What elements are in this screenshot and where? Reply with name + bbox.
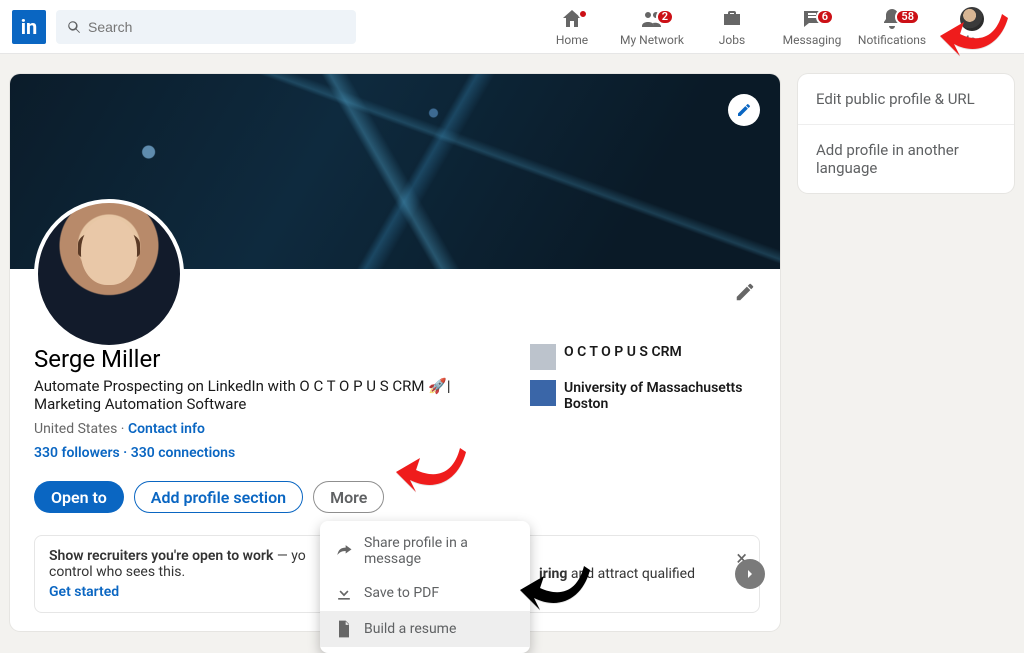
build-resume-item[interactable]: Build a resume bbox=[320, 611, 530, 647]
main-column: Serge Miller Automate Prospecting on Lin… bbox=[10, 74, 780, 631]
open-to-button[interactable]: Open to bbox=[34, 481, 124, 513]
nav-jobs-label: Jobs bbox=[719, 33, 745, 47]
connections-link[interactable]: 330 connections bbox=[131, 445, 235, 461]
profile-experience-summary: O C T O P U S CRM University of Massachu… bbox=[530, 344, 754, 422]
search-icon bbox=[66, 19, 82, 35]
edit-profile-button[interactable] bbox=[734, 281, 756, 307]
get-started-link[interactable]: Get started bbox=[49, 584, 309, 600]
edit-public-profile-link[interactable]: Edit public profile & URL bbox=[798, 74, 1014, 125]
page-content: Serge Miller Automate Prospecting on Lin… bbox=[0, 54, 1024, 631]
more-dropdown: Share profile in a message Save to PDF B… bbox=[320, 521, 530, 653]
profile-location-row: United States · Contact info bbox=[34, 421, 756, 437]
profile-card: Serge Miller Automate Prospecting on Lin… bbox=[10, 74, 780, 631]
nav-home-label: Home bbox=[556, 33, 588, 47]
sidebar-card: Edit public profile & URL Add profile in… bbox=[798, 74, 1014, 193]
profile-location: United States bbox=[34, 421, 117, 437]
document-icon bbox=[334, 619, 354, 639]
contact-info-link[interactable]: Contact info bbox=[128, 421, 205, 437]
promo-next-button[interactable] bbox=[735, 559, 765, 589]
linkedin-logo[interactable]: in bbox=[12, 10, 46, 44]
current-company[interactable]: O C T O P U S CRM bbox=[530, 344, 754, 370]
nav-network-label: My Network bbox=[620, 33, 684, 47]
nav-notifications[interactable]: 58 Notifications bbox=[852, 7, 932, 47]
school-logo-icon bbox=[530, 380, 556, 406]
followers-link[interactable]: 330 followers bbox=[34, 445, 120, 461]
edit-banner-button[interactable] bbox=[728, 94, 760, 126]
nav-home[interactable]: Home bbox=[532, 7, 612, 47]
top-navigation: in Home 2 My Network Jobs 6 Messaging 58… bbox=[0, 0, 1024, 54]
pencil-icon bbox=[734, 281, 756, 303]
search-box[interactable] bbox=[56, 10, 356, 44]
pencil-icon bbox=[736, 102, 752, 118]
messaging-badge: 6 bbox=[816, 9, 834, 25]
nav-network[interactable]: 2 My Network bbox=[612, 7, 692, 47]
briefcase-icon bbox=[720, 7, 744, 31]
annotation-arrow-more bbox=[396, 448, 468, 500]
share-profile-item[interactable]: Share profile in a message bbox=[320, 527, 530, 575]
company-logo-icon bbox=[530, 344, 556, 370]
profile-headline: Automate Prospecting on LinkedIn with O … bbox=[34, 377, 504, 413]
promo-copy: Show recruiters you're open to work — yo… bbox=[49, 548, 309, 600]
nav-messaging-label: Messaging bbox=[783, 33, 842, 47]
annotation-arrow-me bbox=[940, 14, 1010, 64]
notifications-badge: 58 bbox=[895, 9, 920, 25]
share-arrow-icon bbox=[334, 541, 354, 561]
profile-network: 330 followers · 330 connections bbox=[34, 445, 756, 461]
nav-messaging[interactable]: 6 Messaging bbox=[772, 7, 852, 47]
search-input[interactable] bbox=[88, 19, 346, 35]
save-to-pdf-item[interactable]: Save to PDF bbox=[320, 575, 530, 611]
chevron-right-icon bbox=[742, 566, 758, 582]
more-button[interactable]: More bbox=[313, 481, 384, 513]
annotation-arrow-build-resume bbox=[520, 566, 592, 618]
education[interactable]: University of Massachusetts Boston bbox=[530, 380, 754, 412]
add-profile-section-button[interactable]: Add profile section bbox=[134, 481, 303, 513]
profile-actions: Open to Add profile section More Share p… bbox=[34, 481, 756, 513]
add-profile-language-link[interactable]: Add profile in another language bbox=[798, 125, 1014, 193]
nav-jobs[interactable]: Jobs bbox=[692, 7, 772, 47]
profile-info: Serge Miller Automate Prospecting on Lin… bbox=[10, 269, 780, 631]
network-badge: 2 bbox=[656, 9, 674, 25]
right-sidebar: Edit public profile & URL Add profile in… bbox=[798, 74, 1014, 631]
download-icon bbox=[334, 583, 354, 603]
home-badge bbox=[578, 9, 588, 19]
nav-notifications-label: Notifications bbox=[858, 33, 926, 47]
